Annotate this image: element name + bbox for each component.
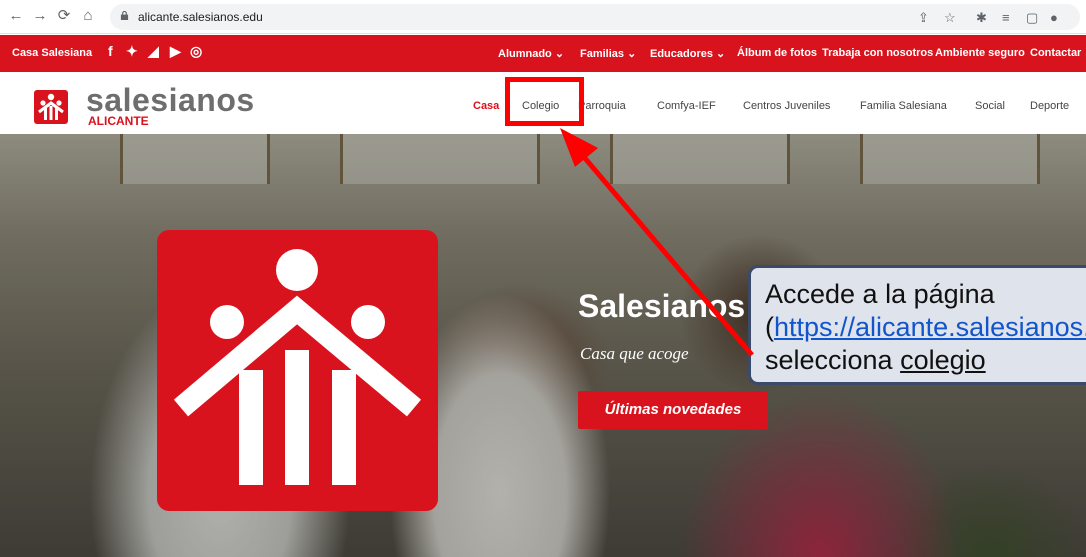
menu-item-parroquia[interactable]: Parroquia bbox=[578, 100, 626, 112]
menu-item-deporte[interactable]: Deporte bbox=[1030, 100, 1069, 112]
topbar-link-ambiente[interactable]: Ambiente seguro bbox=[935, 47, 1025, 59]
reload-icon[interactable]: ⟳ bbox=[56, 8, 72, 24]
menu-item-comfya[interactable]: Comfya-IEF bbox=[657, 100, 716, 112]
menu-item-centros-juveniles[interactable]: Centros Juveniles bbox=[743, 100, 830, 112]
topbar-link-educadores[interactable]: Educadores ⌄ bbox=[650, 47, 725, 60]
url-text: alicante.salesianos.edu bbox=[138, 10, 263, 24]
logo-subtitle: ALICANTE bbox=[88, 114, 149, 128]
callout-line-1: Accede a la página bbox=[765, 279, 995, 309]
profile-icon[interactable]: ● bbox=[1050, 10, 1058, 25]
topbar-link-trabaja[interactable]: Trabaja con nosotros bbox=[822, 47, 933, 59]
share-icon[interactable]: ⇪ bbox=[918, 10, 929, 26]
back-icon[interactable]: ← bbox=[8, 8, 24, 24]
highlight-box bbox=[505, 77, 584, 126]
callout-line-3: selecciona colegio bbox=[765, 345, 986, 375]
callout-line-2: (https://alicante.salesianos.edu bbox=[765, 311, 1086, 344]
menu-item-casa[interactable]: Casa bbox=[473, 100, 499, 112]
twitter-icon[interactable]: ✦ bbox=[126, 43, 138, 60]
instruction-callout: Accede a la página (https://alicante.sal… bbox=[748, 265, 1086, 385]
callout-url-link[interactable]: https://alicante.salesianos.edu bbox=[774, 312, 1086, 342]
lock-icon bbox=[120, 11, 129, 20]
hero-subtitle: Casa que acoge bbox=[580, 344, 689, 363]
youtube-icon[interactable]: ▶ bbox=[170, 43, 181, 60]
address-bar[interactable]: alicante.salesianos.edu ⇪ ☆ ✱ ≡ ▢ ● bbox=[110, 4, 1080, 30]
hero-title: Salesianos bbox=[578, 288, 746, 324]
sidepanel-icon[interactable]: ▢ bbox=[1026, 10, 1038, 26]
menu-item-social[interactable]: Social bbox=[975, 100, 1005, 112]
casa-salesiana-link[interactable]: Casa Salesiana bbox=[12, 47, 92, 59]
menu-item-familia-salesiana[interactable]: Familia Salesiana bbox=[860, 100, 947, 112]
top-bar: Casa Salesiana f ✦ ◢ ▶ ◎ Alumnado ⌄ Fami… bbox=[0, 35, 1086, 72]
browser-toolbar: ← → ⟳ ⌂ alicante.salesianos.edu ⇪ ☆ ✱ ≡ … bbox=[0, 0, 1086, 34]
topbar-link-album[interactable]: Álbum de fotos bbox=[737, 47, 817, 59]
extensions-icon[interactable]: ✱ bbox=[976, 10, 987, 26]
latest-news-button[interactable]: Últimas novedades bbox=[578, 391, 768, 429]
salesianos-big-logo-icon bbox=[157, 230, 438, 511]
star-icon[interactable]: ☆ bbox=[944, 10, 956, 26]
instagram-icon[interactable]: ◎ bbox=[190, 43, 202, 60]
topbar-link-alumnado[interactable]: Alumnado ⌄ bbox=[498, 47, 564, 60]
topbar-link-contactar[interactable]: Contactar bbox=[1030, 47, 1081, 59]
topbar-link-familias[interactable]: Familias ⌄ bbox=[580, 47, 636, 60]
callout-target-word: colegio bbox=[900, 345, 986, 375]
forward-icon[interactable]: → bbox=[32, 8, 48, 24]
home-icon[interactable]: ⌂ bbox=[80, 8, 96, 24]
rss-icon[interactable]: ◢ bbox=[148, 43, 159, 60]
reading-list-icon[interactable]: ≡ bbox=[1002, 10, 1010, 25]
salesianos-logo-icon[interactable] bbox=[34, 90, 68, 124]
facebook-icon[interactable]: f bbox=[108, 43, 113, 59]
